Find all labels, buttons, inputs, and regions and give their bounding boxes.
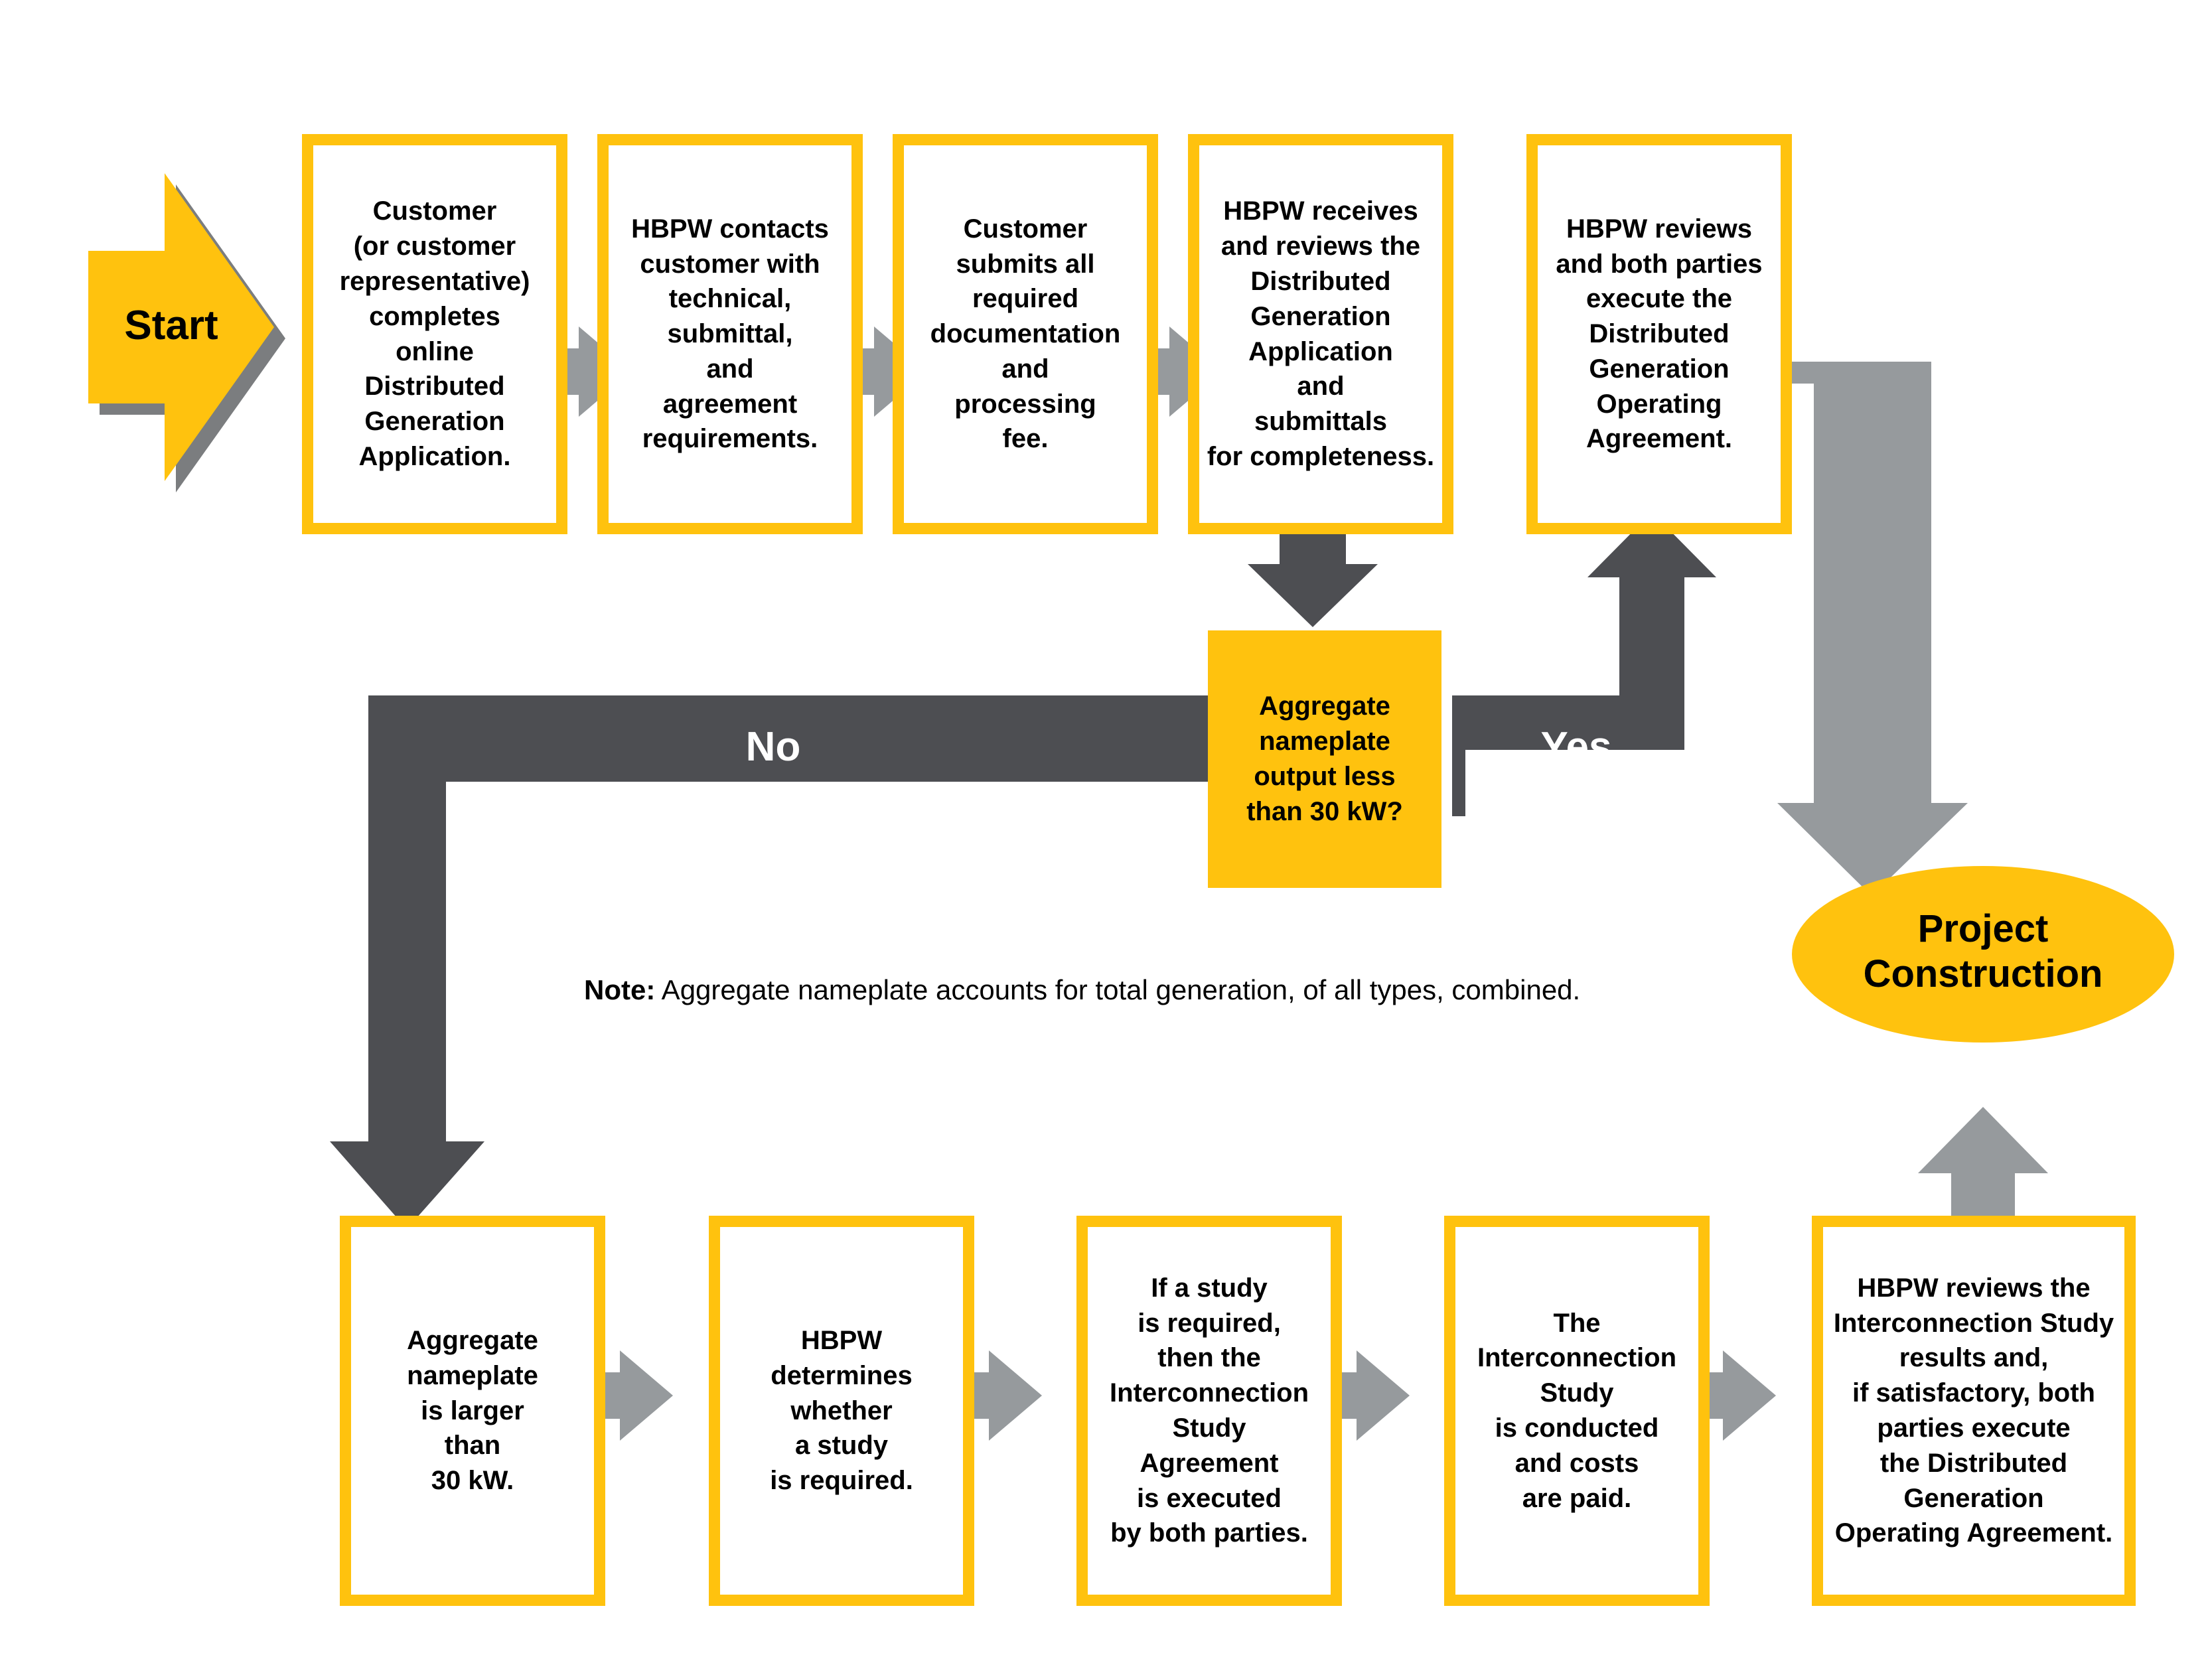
process-text-step-4: HBPW receives and reviews the Distribute… [1207, 196, 1435, 471]
process-box-step-10[interactable]: HBPW reviews the Interconnection Study r… [1812, 1216, 2136, 1606]
process-text-step-5: HBPW reviews and both parties execute th… [1556, 214, 1763, 454]
note-annotation: Note: Aggregate nameplate accounts for t… [584, 974, 1580, 1006]
yes-arrow [1452, 512, 1716, 750]
process-box-step-4[interactable]: HBPW receives and reviews the Distribute… [1188, 134, 1453, 534]
process-box-step-2[interactable]: HBPW contacts customer with technical, s… [597, 134, 863, 534]
process-box-step-5[interactable]: HBPW reviews and both parties execute th… [1526, 134, 1792, 534]
process-box-step-1[interactable]: Customer (or customer representative) co… [302, 134, 567, 534]
arrow-to-decision [1248, 524, 1378, 627]
project-construction-label: Project Construction [1863, 907, 2103, 996]
flowchart-canvas: Start Customer (or customer representati… [0, 0, 2212, 1659]
yes-stub [1452, 695, 1465, 816]
process-text-step-7: HBPW determines whether a study is requi… [770, 1326, 913, 1496]
process-text-step-8: If a study is required, then the Interco… [1109, 1273, 1309, 1548]
process-text-step-9: The Interconnection Study is conducted a… [1477, 1308, 1677, 1513]
process-text-step-2: HBPW contacts customer with technical, s… [631, 214, 829, 454]
process-text-step-6: Aggregate nameplate is larger than 30 kW… [407, 1326, 538, 1496]
no-arrow [330, 695, 1218, 1229]
process-box-step-8[interactable]: If a study is required, then the Interco… [1076, 1216, 1342, 1606]
note-body: Aggregate nameplate accounts for total g… [655, 974, 1581, 1005]
process-text-step-1: Customer (or customer representative) co… [339, 196, 530, 471]
process-box-step-3[interactable]: Customer submits all required documentat… [893, 134, 1158, 534]
process-box-step-9[interactable]: The Interconnection Study is conducted a… [1444, 1216, 1710, 1606]
note-prefix: Note: [584, 974, 656, 1005]
process-text-step-10: HBPW reviews the Interconnection Study r… [1833, 1273, 2114, 1548]
process-box-step-6[interactable]: Aggregate nameplate is larger than 30 kW… [340, 1216, 605, 1606]
arrow-to-construction [1777, 362, 1968, 896]
decision-text: Aggregate nameplate output less than 30 … [1246, 691, 1403, 826]
process-text-step-3: Customer submits all required documentat… [930, 214, 1121, 454]
process-box-step-7[interactable]: HBPW determines whether a study is requi… [709, 1216, 974, 1606]
decision-box-nameplate[interactable]: Aggregate nameplate output less than 30 … [1208, 630, 1441, 888]
start-label: Start [124, 303, 218, 348]
